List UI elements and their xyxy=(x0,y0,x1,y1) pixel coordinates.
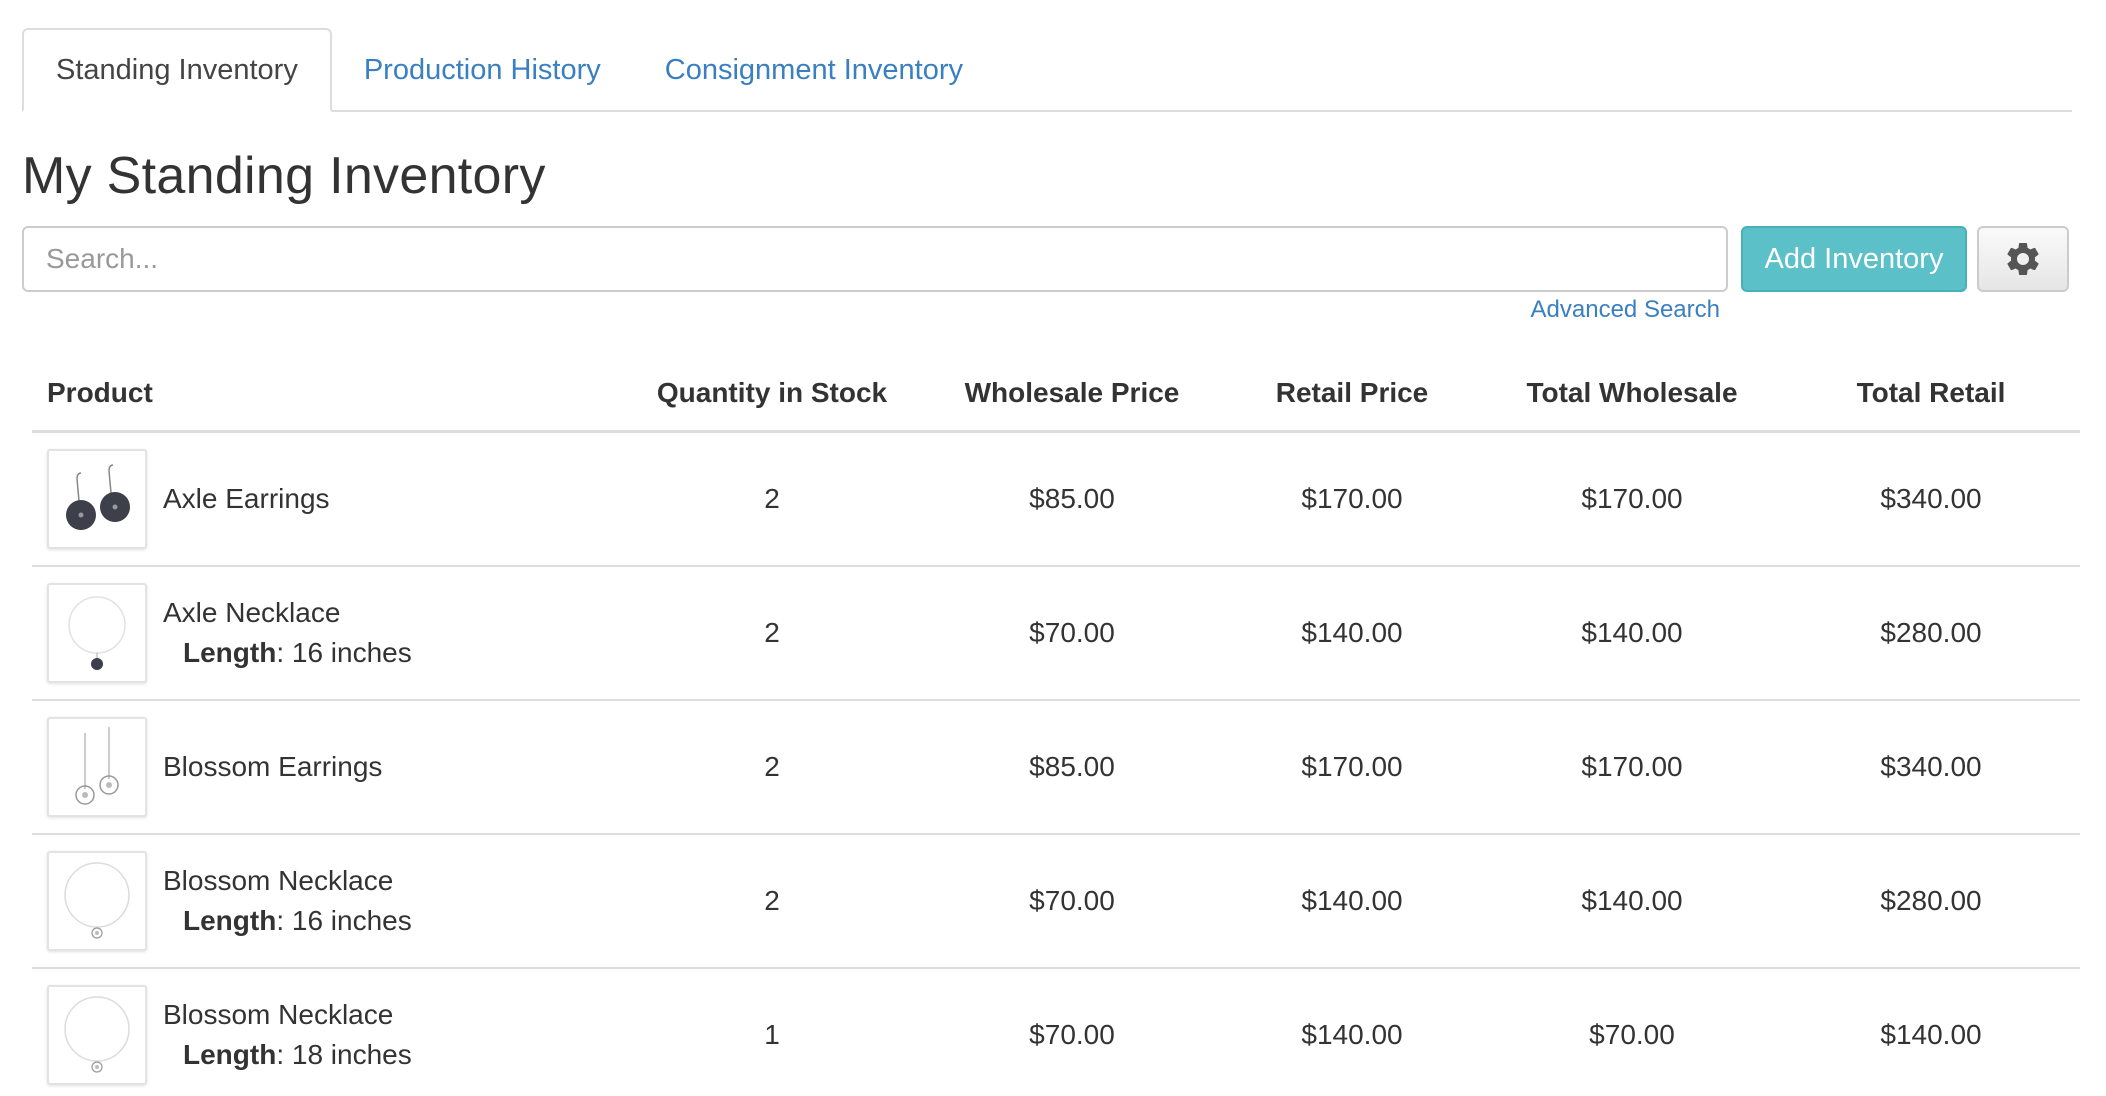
retail-price-cell: $170.00 xyxy=(1222,700,1482,835)
quantity-cell: 1 xyxy=(622,968,922,1096)
earrings-icon xyxy=(66,464,130,530)
gear-icon xyxy=(2007,242,2039,275)
table-row[interactable]: Blossom Necklace Length: 16 inches 2 $70… xyxy=(32,834,2080,969)
tab-standing-inventory[interactable]: Standing Inventory xyxy=(22,28,332,112)
table-row[interactable]: Axle Necklace Length: 16 inches 2 $70.00… xyxy=(32,566,2080,701)
product-name[interactable]: Blossom Necklace xyxy=(163,995,412,1035)
header-retail-price[interactable]: Retail Price xyxy=(1222,356,1482,433)
table-row[interactable]: Axle Earrings 2 $85.00 $170.00 $170.00 $… xyxy=(32,431,2080,567)
option-value: : 18 inches xyxy=(276,1039,412,1070)
blossom-earrings-thumbnail[interactable] xyxy=(47,717,147,817)
total-wholesale-cell: $170.00 xyxy=(1482,700,1782,835)
retail-price-cell: $170.00 xyxy=(1222,431,1482,567)
quantity-cell: 2 xyxy=(622,431,922,567)
total-retail-cell: $280.00 xyxy=(1782,566,2080,701)
option-name: Length xyxy=(183,1039,277,1070)
total-retail-cell: $340.00 xyxy=(1782,431,2080,567)
product-cell: Blossom Necklace Length: 18 inches xyxy=(32,968,622,1096)
tab-consignment-inventory[interactable]: Consignment Inventory xyxy=(633,28,995,112)
blossom-necklace-thumbnail[interactable] xyxy=(47,985,147,1085)
tab-production-history[interactable]: Production History xyxy=(332,28,633,112)
product-cell: Blossom Necklace Length: 16 inches xyxy=(32,834,622,969)
table-row[interactable]: Blossom Necklace Length: 18 inches 1 $70… xyxy=(32,968,2080,1096)
option-value: : 16 inches xyxy=(276,905,412,936)
retail-price-cell: $140.00 xyxy=(1222,566,1482,701)
quantity-cell: 2 xyxy=(622,700,922,835)
inventory-table: Product Quantity in Stock Wholesale Pric… xyxy=(32,356,2080,1096)
table-row[interactable]: Blossom Earrings 2 $85.00 $170.00 $170.0… xyxy=(32,700,2080,835)
earrings-icon xyxy=(75,727,119,805)
necklace-icon xyxy=(64,996,130,1073)
axle-earrings-thumbnail[interactable] xyxy=(47,449,147,549)
product-cell: Axle Necklace Length: 16 inches xyxy=(32,566,622,701)
product-option: Length: 16 inches xyxy=(163,633,412,673)
add-inventory-button[interactable]: Add Inventory xyxy=(1741,226,1967,292)
header-total-retail[interactable]: Total Retail xyxy=(1782,356,2080,433)
wholesale-price-cell: $70.00 xyxy=(922,566,1222,701)
total-retail-cell: $140.00 xyxy=(1782,968,2080,1096)
quantity-cell: 2 xyxy=(622,566,922,701)
product-cell: Axle Earrings xyxy=(32,431,622,567)
total-retail-cell: $280.00 xyxy=(1782,834,2080,969)
wholesale-price-cell: $70.00 xyxy=(922,834,1222,969)
product-option: Length: 18 inches xyxy=(163,1035,412,1075)
blossom-necklace-thumbnail[interactable] xyxy=(47,851,147,951)
page-title: My Standing Inventory xyxy=(22,147,546,205)
wholesale-price-cell: $85.00 xyxy=(922,431,1222,567)
axle-necklace-thumbnail[interactable] xyxy=(47,583,147,683)
header-total-wholesale[interactable]: Total Wholesale xyxy=(1482,356,1782,433)
product-name[interactable]: Blossom Necklace xyxy=(163,861,412,901)
total-wholesale-cell: $140.00 xyxy=(1482,834,1782,969)
product-name[interactable]: Axle Earrings xyxy=(163,479,330,519)
product-name[interactable]: Axle Necklace xyxy=(163,593,412,633)
quantity-cell: 2 xyxy=(622,834,922,969)
settings-button[interactable] xyxy=(1977,226,2069,292)
inventory-page: Standing Inventory Production History Co… xyxy=(0,0,2106,1096)
necklace-icon xyxy=(64,862,130,939)
header-product[interactable]: Product xyxy=(32,356,622,433)
necklace-icon xyxy=(68,596,126,670)
retail-price-cell: $140.00 xyxy=(1222,968,1482,1096)
header-quantity[interactable]: Quantity in Stock xyxy=(622,356,922,433)
wholesale-price-cell: $85.00 xyxy=(922,700,1222,835)
inventory-tabs: Standing Inventory Production History Co… xyxy=(22,28,2072,112)
header-wholesale-price[interactable]: Wholesale Price xyxy=(922,356,1222,433)
product-option: Length: 16 inches xyxy=(163,901,412,941)
option-name: Length xyxy=(183,637,277,668)
total-wholesale-cell: $140.00 xyxy=(1482,566,1782,701)
product-cell: Blossom Earrings xyxy=(32,700,622,835)
search-input[interactable] xyxy=(22,226,1728,292)
total-wholesale-cell: $170.00 xyxy=(1482,431,1782,567)
total-retail-cell: $340.00 xyxy=(1782,700,2080,835)
option-name: Length xyxy=(183,905,277,936)
table-header-row: Product Quantity in Stock Wholesale Pric… xyxy=(32,356,2080,433)
wholesale-price-cell: $70.00 xyxy=(922,968,1222,1096)
option-value: : 16 inches xyxy=(276,637,412,668)
product-name[interactable]: Blossom Earrings xyxy=(163,747,382,787)
total-wholesale-cell: $70.00 xyxy=(1482,968,1782,1096)
retail-price-cell: $140.00 xyxy=(1222,834,1482,969)
advanced-search-link[interactable]: Advanced Search xyxy=(1531,296,1720,324)
